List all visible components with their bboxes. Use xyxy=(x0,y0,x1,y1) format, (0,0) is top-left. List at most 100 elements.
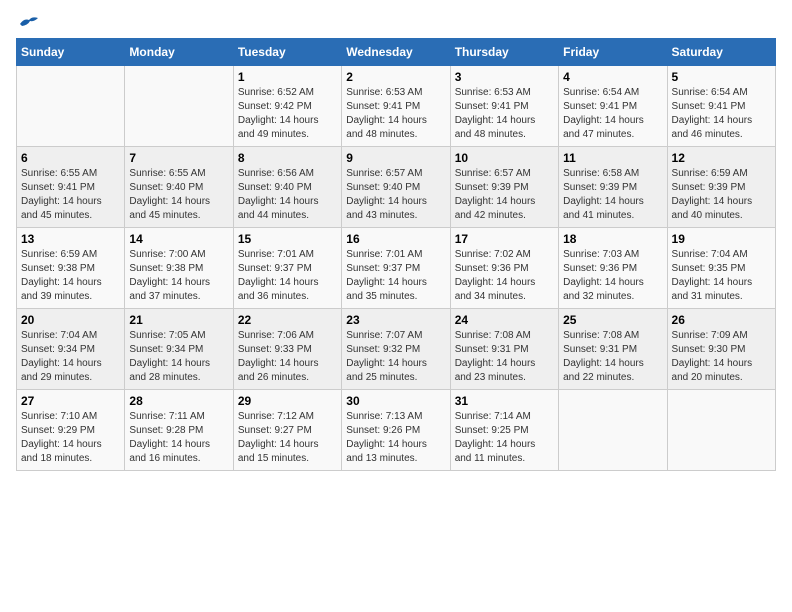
cell-sunset: Sunset: 9:33 PM xyxy=(238,344,312,355)
cell-sunrise: Sunrise: 7:11 AM xyxy=(129,411,204,422)
calendar-cell: 30 Sunrise: 7:13 AM Sunset: 9:26 PM Dayl… xyxy=(342,390,450,471)
cell-daylight: Daylight: 14 hours and 26 minutes. xyxy=(238,358,319,383)
cell-daylight: Daylight: 14 hours and 25 minutes. xyxy=(346,358,427,383)
calendar-week-row: 20 Sunrise: 7:04 AM Sunset: 9:34 PM Dayl… xyxy=(17,309,776,390)
cell-daylight: Daylight: 14 hours and 34 minutes. xyxy=(455,277,536,302)
day-number: 6 xyxy=(21,151,120,165)
calendar-cell: 4 Sunrise: 6:54 AM Sunset: 9:41 PM Dayli… xyxy=(559,66,667,147)
cell-sunset: Sunset: 9:34 PM xyxy=(21,344,95,355)
day-number: 16 xyxy=(346,232,445,246)
calendar-cell: 12 Sunrise: 6:59 AM Sunset: 9:39 PM Dayl… xyxy=(667,147,775,228)
cell-daylight: Daylight: 14 hours and 13 minutes. xyxy=(346,439,427,464)
day-number: 22 xyxy=(238,313,337,327)
day-number: 9 xyxy=(346,151,445,165)
day-number: 4 xyxy=(563,70,662,84)
calendar-cell: 1 Sunrise: 6:52 AM Sunset: 9:42 PM Dayli… xyxy=(233,66,341,147)
cell-daylight: Daylight: 14 hours and 48 minutes. xyxy=(455,115,536,140)
calendar-cell xyxy=(559,390,667,471)
cell-sunset: Sunset: 9:38 PM xyxy=(21,263,95,274)
cell-sunrise: Sunrise: 6:56 AM xyxy=(238,168,314,179)
cell-sunrise: Sunrise: 6:53 AM xyxy=(346,87,422,98)
day-number: 23 xyxy=(346,313,445,327)
cell-daylight: Daylight: 14 hours and 35 minutes. xyxy=(346,277,427,302)
calendar-cell: 6 Sunrise: 6:55 AM Sunset: 9:41 PM Dayli… xyxy=(17,147,125,228)
cell-sunset: Sunset: 9:42 PM xyxy=(238,101,312,112)
calendar-cell: 22 Sunrise: 7:06 AM Sunset: 9:33 PM Dayl… xyxy=(233,309,341,390)
cell-sunrise: Sunrise: 7:06 AM xyxy=(238,330,314,341)
cell-sunrise: Sunrise: 7:04 AM xyxy=(21,330,97,341)
cell-daylight: Daylight: 14 hours and 45 minutes. xyxy=(21,196,102,221)
cell-sunrise: Sunrise: 6:59 AM xyxy=(21,249,97,260)
cell-sunset: Sunset: 9:40 PM xyxy=(238,182,312,193)
cell-sunset: Sunset: 9:31 PM xyxy=(455,344,529,355)
calendar-cell: 27 Sunrise: 7:10 AM Sunset: 9:29 PM Dayl… xyxy=(17,390,125,471)
cell-sunset: Sunset: 9:40 PM xyxy=(346,182,420,193)
cell-sunset: Sunset: 9:28 PM xyxy=(129,425,203,436)
cell-sunrise: Sunrise: 7:01 AM xyxy=(238,249,314,260)
cell-sunrise: Sunrise: 7:02 AM xyxy=(455,249,531,260)
cell-sunrise: Sunrise: 7:00 AM xyxy=(129,249,205,260)
cell-sunset: Sunset: 9:39 PM xyxy=(455,182,529,193)
cell-sunrise: Sunrise: 6:57 AM xyxy=(455,168,531,179)
cell-sunset: Sunset: 9:31 PM xyxy=(563,344,637,355)
cell-daylight: Daylight: 14 hours and 47 minutes. xyxy=(563,115,644,140)
cell-daylight: Daylight: 14 hours and 18 minutes. xyxy=(21,439,102,464)
cell-sunset: Sunset: 9:32 PM xyxy=(346,344,420,355)
calendar-cell: 31 Sunrise: 7:14 AM Sunset: 9:25 PM Dayl… xyxy=(450,390,558,471)
header-monday: Monday xyxy=(125,39,233,66)
day-number: 18 xyxy=(563,232,662,246)
day-number: 8 xyxy=(238,151,337,165)
calendar-cell: 19 Sunrise: 7:04 AM Sunset: 9:35 PM Dayl… xyxy=(667,228,775,309)
cell-sunset: Sunset: 9:27 PM xyxy=(238,425,312,436)
calendar-week-row: 1 Sunrise: 6:52 AM Sunset: 9:42 PM Dayli… xyxy=(17,66,776,147)
logo-bird-icon xyxy=(18,16,40,32)
day-number: 19 xyxy=(672,232,771,246)
day-number: 21 xyxy=(129,313,228,327)
cell-sunrise: Sunrise: 7:08 AM xyxy=(563,330,639,341)
calendar-week-row: 27 Sunrise: 7:10 AM Sunset: 9:29 PM Dayl… xyxy=(17,390,776,471)
cell-sunrise: Sunrise: 6:58 AM xyxy=(563,168,639,179)
cell-sunrise: Sunrise: 6:54 AM xyxy=(563,87,639,98)
calendar-table: SundayMondayTuesdayWednesdayThursdayFrid… xyxy=(16,38,776,471)
calendar-cell: 11 Sunrise: 6:58 AM Sunset: 9:39 PM Dayl… xyxy=(559,147,667,228)
cell-sunrise: Sunrise: 6:55 AM xyxy=(129,168,205,179)
calendar-week-row: 13 Sunrise: 6:59 AM Sunset: 9:38 PM Dayl… xyxy=(17,228,776,309)
header-tuesday: Tuesday xyxy=(233,39,341,66)
header-saturday: Saturday xyxy=(667,39,775,66)
cell-sunset: Sunset: 9:25 PM xyxy=(455,425,529,436)
day-number: 7 xyxy=(129,151,228,165)
cell-daylight: Daylight: 14 hours and 40 minutes. xyxy=(672,196,753,221)
cell-sunrise: Sunrise: 7:10 AM xyxy=(21,411,97,422)
calendar-cell: 21 Sunrise: 7:05 AM Sunset: 9:34 PM Dayl… xyxy=(125,309,233,390)
day-number: 29 xyxy=(238,394,337,408)
calendar-cell: 2 Sunrise: 6:53 AM Sunset: 9:41 PM Dayli… xyxy=(342,66,450,147)
calendar-cell: 13 Sunrise: 6:59 AM Sunset: 9:38 PM Dayl… xyxy=(17,228,125,309)
cell-sunset: Sunset: 9:41 PM xyxy=(21,182,95,193)
cell-sunrise: Sunrise: 6:52 AM xyxy=(238,87,314,98)
cell-daylight: Daylight: 14 hours and 43 minutes. xyxy=(346,196,427,221)
cell-daylight: Daylight: 14 hours and 42 minutes. xyxy=(455,196,536,221)
cell-daylight: Daylight: 14 hours and 23 minutes. xyxy=(455,358,536,383)
day-number: 24 xyxy=(455,313,554,327)
header-sunday: Sunday xyxy=(17,39,125,66)
calendar-cell xyxy=(667,390,775,471)
day-number: 28 xyxy=(129,394,228,408)
cell-daylight: Daylight: 14 hours and 11 minutes. xyxy=(455,439,536,464)
calendar-cell: 16 Sunrise: 7:01 AM Sunset: 9:37 PM Dayl… xyxy=(342,228,450,309)
cell-sunrise: Sunrise: 6:53 AM xyxy=(455,87,531,98)
header-wednesday: Wednesday xyxy=(342,39,450,66)
cell-sunrise: Sunrise: 7:14 AM xyxy=(455,411,531,422)
cell-daylight: Daylight: 14 hours and 49 minutes. xyxy=(238,115,319,140)
day-number: 1 xyxy=(238,70,337,84)
day-number: 25 xyxy=(563,313,662,327)
cell-sunrise: Sunrise: 6:54 AM xyxy=(672,87,748,98)
cell-sunset: Sunset: 9:30 PM xyxy=(672,344,746,355)
day-number: 26 xyxy=(672,313,771,327)
cell-daylight: Daylight: 14 hours and 44 minutes. xyxy=(238,196,319,221)
cell-sunset: Sunset: 9:41 PM xyxy=(672,101,746,112)
cell-daylight: Daylight: 14 hours and 45 minutes. xyxy=(129,196,210,221)
day-number: 11 xyxy=(563,151,662,165)
calendar-cell: 5 Sunrise: 6:54 AM Sunset: 9:41 PM Dayli… xyxy=(667,66,775,147)
day-number: 27 xyxy=(21,394,120,408)
calendar-cell xyxy=(125,66,233,147)
